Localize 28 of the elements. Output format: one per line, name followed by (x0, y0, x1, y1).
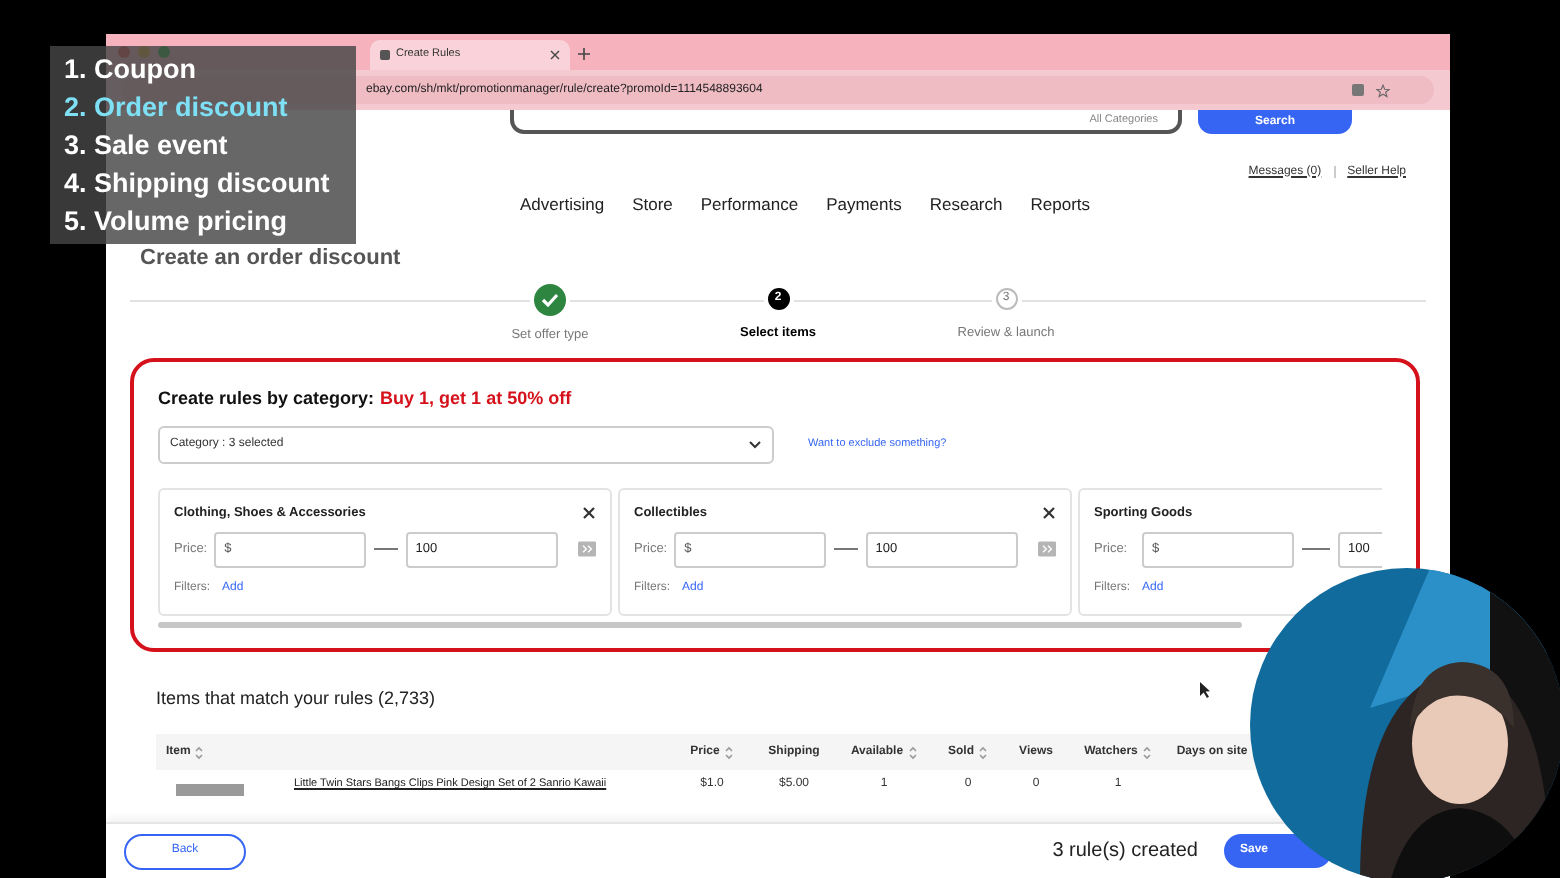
close-icon[interactable] (550, 50, 560, 60)
sort-icon (723, 745, 734, 759)
items-heading: Items that match your rules (2,733) (156, 686, 436, 710)
nav-link[interactable]: Store (632, 191, 673, 217)
chevron-icon (748, 439, 762, 449)
nav-link[interactable]: Research (929, 191, 1003, 217)
nav-link[interactable]: Performance (700, 191, 799, 217)
offer-text: Buy 1, get 1 at 50% off (380, 386, 572, 412)
nav-link[interactable]: Payments (826, 191, 902, 217)
sort-icon (194, 745, 205, 759)
nav-link[interactable]: Reports (1030, 191, 1091, 217)
close-icon[interactable] (582, 506, 596, 520)
close-icon[interactable] (1042, 506, 1056, 520)
star-icon[interactable] (1376, 83, 1390, 97)
topic-item: 4. Shipping discount (64, 165, 332, 201)
nav-link[interactable]: Advertising (520, 191, 605, 217)
rules-title: Create rules by category: (158, 386, 375, 412)
topic-item: 5. Volume pricing (64, 203, 290, 239)
sort-icon (907, 745, 918, 759)
page-title: Create an order discount (140, 246, 403, 270)
favicon-icon (380, 50, 390, 60)
topic-item: 3. Sale event (64, 127, 230, 163)
new-tab-icon[interactable] (578, 48, 590, 60)
item-thumbnail (176, 784, 244, 796)
sort-icon (978, 745, 988, 759)
cursor-icon (1200, 682, 1210, 698)
rules-status: 3 rule(s) created (1052, 838, 1198, 866)
sort-icon (1141, 745, 1152, 759)
